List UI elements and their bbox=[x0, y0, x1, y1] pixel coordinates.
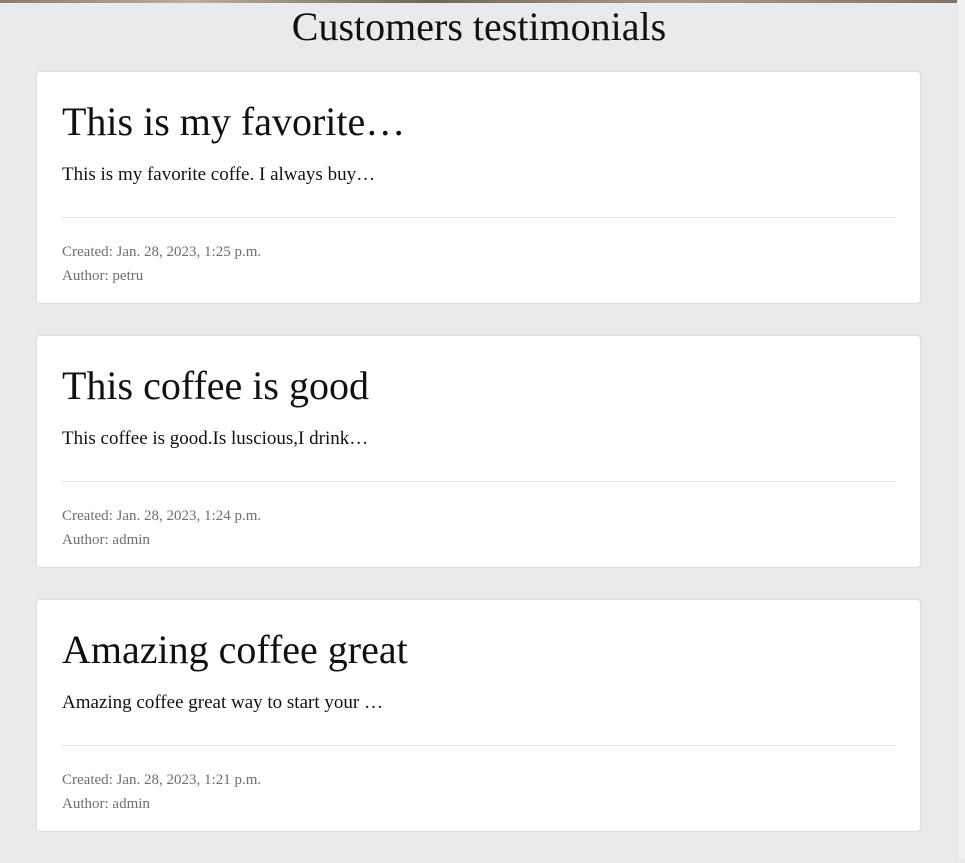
testimonial-card[interactable]: This is my favorite… This is my favorite… bbox=[36, 71, 921, 304]
testimonial-card[interactable]: Amazing coffee great Amazing coffee grea… bbox=[36, 599, 921, 832]
testimonial-title[interactable]: This is my favorite… bbox=[62, 99, 405, 145]
testimonial-title[interactable]: This coffee is good bbox=[62, 363, 369, 409]
created-date: Created: Jan. 28, 2023, 1:25 p.m. bbox=[62, 244, 262, 260]
created-date: Created: Jan. 28, 2023, 1:24 p.m. bbox=[62, 508, 262, 524]
testimonial-meta: Created: Jan. 28, 2023, 1:24 p.m. Author… bbox=[62, 504, 261, 552]
testimonial-meta: Created: Jan. 28, 2023, 1:25 p.m. Author… bbox=[62, 240, 261, 288]
card-divider bbox=[62, 481, 895, 482]
page-title: Customers testimonials bbox=[291, 4, 667, 49]
testimonial-meta: Created: Jan. 28, 2023, 1:21 p.m. Author… bbox=[62, 768, 261, 816]
card-divider bbox=[62, 745, 895, 746]
testimonial-list: This is my favorite… This is my favorite… bbox=[36, 71, 921, 863]
author-label: Author: admin bbox=[62, 532, 150, 548]
testimonial-title[interactable]: Amazing coffee great bbox=[62, 627, 408, 673]
testimonial-card[interactable]: This coffee is good This coffee is good.… bbox=[36, 335, 921, 568]
card-divider bbox=[62, 217, 895, 218]
testimonial-excerpt: This is my favorite coffe. I always buy… bbox=[62, 164, 376, 185]
testimonial-excerpt: Amazing coffee great way to start your … bbox=[62, 692, 383, 713]
author-label: Author: admin bbox=[62, 796, 150, 812]
testimonial-excerpt: This coffee is good.Is luscious,I drink… bbox=[62, 428, 369, 449]
author-label: Author: petru bbox=[62, 268, 144, 284]
vertical-scrollbar[interactable] bbox=[957, 0, 965, 859]
header-image-strip bbox=[0, 0, 958, 3]
created-date: Created: Jan. 28, 2023, 1:21 p.m. bbox=[62, 772, 262, 788]
